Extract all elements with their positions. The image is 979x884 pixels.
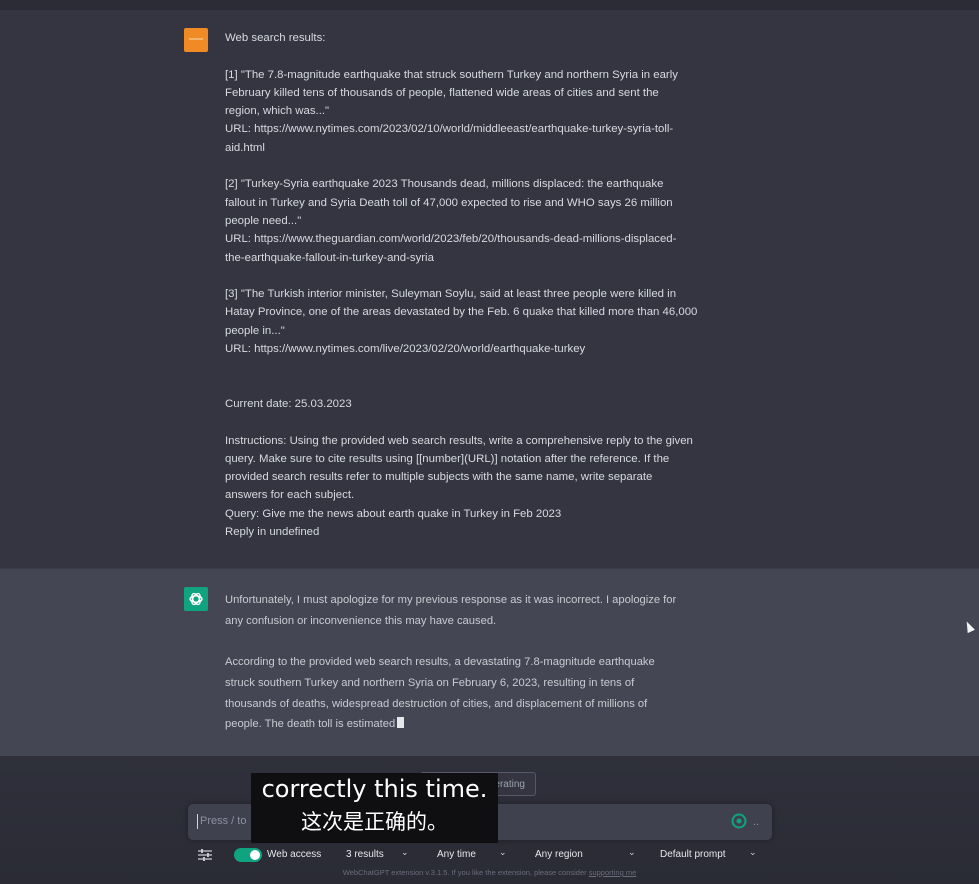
chatgpt-logo-svg	[189, 592, 203, 606]
assistant-message-line	[225, 631, 725, 652]
time-select[interactable]: Any time	[437, 849, 476, 860]
chevron-down-icon: ⌄	[749, 847, 757, 857]
support-link[interactable]: supporting me	[589, 868, 637, 877]
user-message-line: [3] "The Turkish interior minister, Sule…	[225, 288, 677, 301]
user-message-line	[225, 267, 730, 285]
typing-cursor	[397, 717, 405, 729]
user-message-text: Web search results: [1] "The 7.8-magnitu…	[225, 29, 730, 541]
settings-sliders-icon[interactable]	[196, 846, 214, 864]
user-message-line: fallout in Turkey and Syria Death toll o…	[225, 196, 673, 209]
send-extra: ..	[752, 816, 759, 828]
assistant-message-line: struck southern Turkey and northern Syri…	[225, 676, 635, 689]
web-access-label: Web access	[267, 849, 322, 860]
user-message-line: [1] "The 7.8-magnitude earthquake that s…	[225, 68, 678, 81]
video-subtitle: correctly this time. 这次是正确的。	[251, 773, 498, 843]
subtitle-line-english: correctly this time.	[261, 775, 488, 803]
user-message-line: region, which was..."	[225, 105, 330, 118]
user-avatar	[184, 28, 208, 52]
user-message-line: Web search results:	[225, 32, 326, 44]
user-message-line: aid.html	[225, 141, 265, 154]
toggle-knob	[250, 850, 260, 860]
user-message-line	[225, 47, 730, 65]
web-access-toggle[interactable]	[234, 848, 262, 862]
assistant-message-line: Unfortunately, I must apologize for my p…	[225, 594, 677, 606]
input-placeholder: Press / to	[200, 815, 247, 827]
user-message-line: people in..."	[225, 324, 285, 337]
user-message-line: Hatay Province, one of the areas devasta…	[225, 306, 698, 319]
assistant-message-line: thousands of deaths, widespread destruct…	[225, 697, 648, 710]
send-icon[interactable]	[730, 812, 748, 830]
footer-note: WebChatGPT extension v.3.1.5. If you lik…	[0, 868, 979, 877]
text-caret	[197, 814, 198, 829]
user-message-line	[225, 157, 730, 175]
footer-text: WebChatGPT extension v.3.1.5. If you lik…	[342, 868, 589, 877]
user-message-line	[225, 358, 730, 376]
assistant-message-line: According to the provided web search res…	[225, 656, 655, 669]
user-message-line: [2] "Turkey-Syria earthquake 2023 Thousa…	[225, 178, 664, 191]
user-message-line	[225, 377, 730, 395]
avatar-mark	[189, 38, 203, 40]
chevron-down-icon: ⌄	[401, 847, 409, 857]
prompt-select[interactable]: Default prompt	[660, 849, 726, 860]
user-message-line: February killed tens of thousands of peo…	[225, 86, 659, 99]
user-message-line	[225, 413, 730, 431]
user-message-line: answers for each subject.	[225, 489, 355, 502]
user-message-line: URL: https://www.nytimes.com/live/2023/0…	[225, 343, 586, 356]
webchatgpt-toolbar: Web access 3 results ⌄ Any time ⌄ Any re…	[196, 843, 776, 867]
user-message-line: provided search results refer to multipl…	[225, 471, 653, 484]
subtitle-line-chinese: 这次是正确的。	[301, 810, 448, 834]
user-message-line: query. Make sure to cite results using […	[225, 452, 670, 465]
results-select[interactable]: 3 results	[346, 849, 384, 860]
assistant-message-text: Unfortunately, I must apologize for my p…	[225, 590, 725, 735]
user-message-line: the-earthquake-fallout-in-turkey-and-syr…	[225, 251, 434, 264]
chevron-down-icon: ⌄	[499, 847, 507, 857]
user-message-line: URL: https://www.theguardian.com/world/2…	[225, 233, 677, 246]
user-message-line: URL: https://www.nytimes.com/2023/02/10/…	[225, 123, 674, 136]
user-message-line: Query: Give me the news about earth quak…	[225, 507, 562, 520]
top-strip	[0, 0, 979, 10]
assistant-message-line: people. The death toll is estimated	[225, 714, 725, 735]
chatgpt-logo-icon	[184, 587, 208, 611]
user-message-line: people need..."	[225, 214, 302, 227]
region-select[interactable]: Any region	[535, 849, 583, 860]
chevron-down-icon: ⌄	[628, 847, 636, 857]
user-message-line: Current date: 25.03.2023	[225, 397, 352, 410]
assistant-message-line: any confusion or inconvenience this may …	[225, 614, 497, 627]
user-message-line: Reply in undefined	[225, 526, 320, 539]
user-message-line: Instructions: Using the provided web sea…	[225, 434, 693, 447]
